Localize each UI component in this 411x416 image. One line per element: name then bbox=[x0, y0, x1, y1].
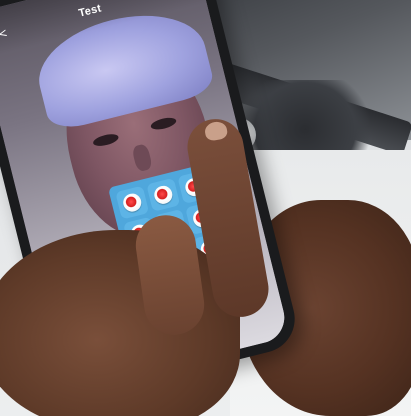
grid-button[interactable] bbox=[146, 177, 181, 212]
record-dot-icon bbox=[152, 183, 175, 206]
photo-scene: < Test bbox=[0, 0, 411, 416]
left-hand bbox=[0, 230, 240, 416]
grid-button[interactable] bbox=[115, 185, 150, 220]
record-dot-icon bbox=[121, 191, 144, 214]
